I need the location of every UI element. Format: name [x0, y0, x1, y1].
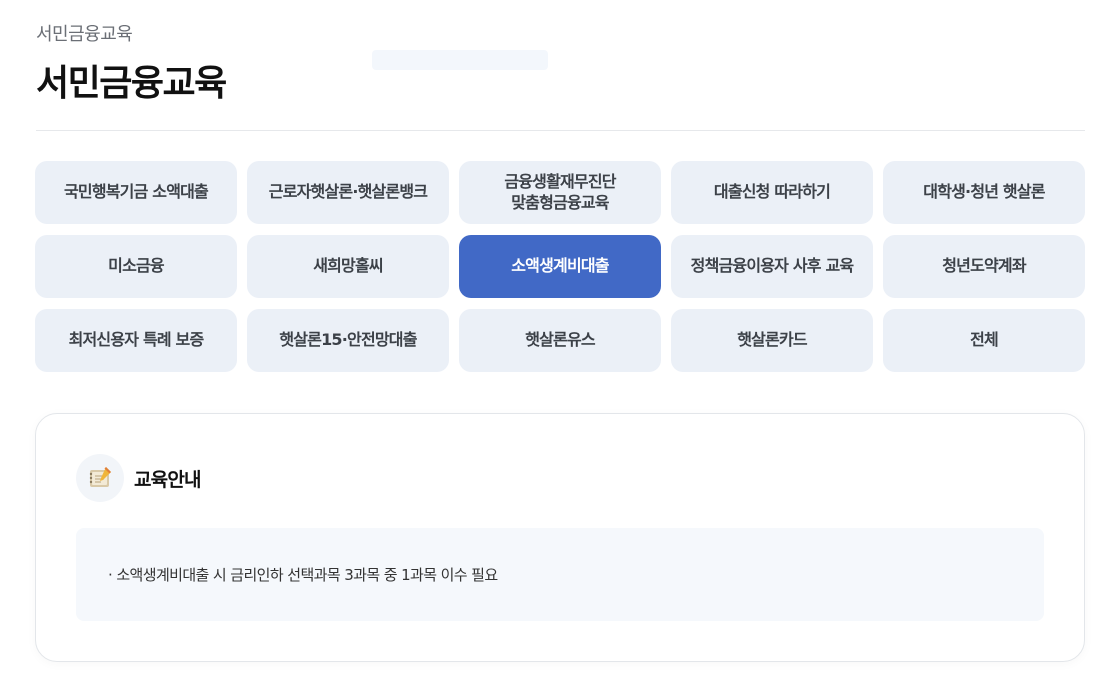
breadcrumb: 서민금융교육	[36, 24, 133, 45]
info-text: 소액생계비대출 시 금리인하 선택과목 3과목 중 1과목 이수 필요	[108, 564, 498, 585]
category-button-sunshine-card[interactable]: 햇살론카드	[671, 309, 873, 372]
education-info-card: 교육안내 소액생계비대출 시 금리인하 선택과목 3과목 중 1과목 이수 필요	[35, 413, 1085, 662]
category-button-national-happiness-fund[interactable]: 국민행복기금 소액대출	[35, 161, 237, 224]
category-button-policy-finance-followup[interactable]: 정책금융이용자 사후 교육	[671, 235, 873, 298]
category-button-worker-sunshine-loan[interactable]: 근로자햇살론·햇살론뱅크	[247, 161, 449, 224]
category-button-lowest-credit-guarantee[interactable]: 최저신용자 특례 보증	[35, 309, 237, 372]
info-title: 교육안내	[134, 468, 202, 491]
category-button-new-hope-seed[interactable]: 새희망홀씨	[247, 235, 449, 298]
category-button-financial-diagnosis[interactable]: 금융생활재무진단 맞춤형금융교육	[459, 161, 661, 224]
divider	[36, 130, 1085, 131]
category-button-small-living-loan[interactable]: 소액생계비대출	[459, 235, 661, 298]
info-header: 교육안내	[76, 454, 202, 502]
info-content-box: 소액생계비대출 시 금리인하 선택과목 3과목 중 1과목 이수 필요	[76, 528, 1044, 621]
category-button-sunshine-youth[interactable]: 햇살론유스	[459, 309, 661, 372]
category-button-youth-leap-account[interactable]: 청년도약계좌	[883, 235, 1085, 298]
category-button-microfinance[interactable]: 미소금융	[35, 235, 237, 298]
category-button-sunshine-15-safety-net[interactable]: 햇살론15·안전망대출	[247, 309, 449, 372]
category-button-loan-walkthrough[interactable]: 대출신청 따라하기	[671, 161, 873, 224]
page-title: 서민금융교육	[36, 63, 227, 104]
notebook-icon	[76, 454, 124, 502]
page: 서민금융교육 서민금융교육 국민행복기금 소액대출 근로자햇살론·햇살론뱅크 금…	[0, 0, 1115, 674]
course-category-grid: 국민행복기금 소액대출 근로자햇살론·햇살론뱅크 금융생활재무진단 맞춤형금융교…	[35, 161, 1085, 372]
category-button-all[interactable]: 전체	[883, 309, 1085, 372]
faded-banner	[372, 50, 548, 70]
category-button-student-youth-sunshine-loan[interactable]: 대학생·청년 햇살론	[883, 161, 1085, 224]
